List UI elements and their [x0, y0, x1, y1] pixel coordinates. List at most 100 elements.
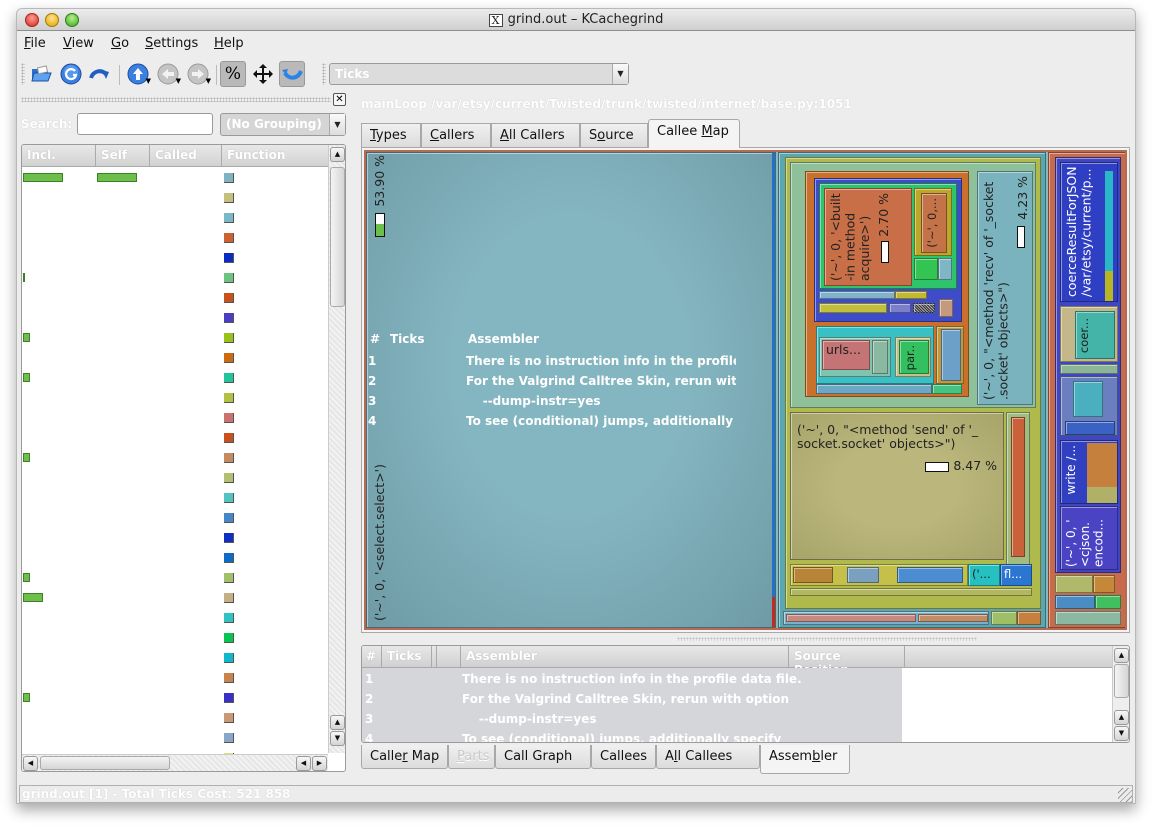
- scroll-up-arrow-icon[interactable]: ▲: [1114, 710, 1129, 725]
- treemap-block-urls[interactable]: urls...: [822, 340, 870, 370]
- reload-button[interactable]: [58, 61, 84, 87]
- menu-go[interactable]: Go: [111, 36, 129, 51]
- column-header-source-position[interactable]: Source Position: [789, 646, 905, 677]
- treemap-block-coer[interactable]: coer...: [1075, 311, 1115, 359]
- function-list-row[interactable]: [22, 488, 328, 508]
- go-forward-button[interactable]: ▼: [185, 61, 211, 87]
- tab-call-graph[interactable]: Call Graph: [495, 745, 591, 769]
- column-header-function[interactable]: Function: [222, 145, 328, 167]
- dropdown-arrow-icon[interactable]: ▼: [206, 77, 211, 85]
- function-list-row[interactable]: [22, 408, 328, 428]
- function-list-row[interactable]: [22, 668, 328, 688]
- tab-parts[interactable]: Parts: [448, 745, 495, 769]
- tab-callers[interactable]: Callers: [421, 123, 491, 147]
- forward-cycle-button[interactable]: [87, 61, 113, 87]
- scrollbar-thumb[interactable]: [330, 167, 345, 307]
- grouping-combo[interactable]: (No Grouping) ▼: [220, 113, 346, 136]
- scroll-down-arrow-icon[interactable]: ▼: [330, 731, 345, 746]
- assembler-line[interactable]: There is no instruction info in the prof…: [462, 672, 802, 686]
- function-list-row[interactable]: [22, 508, 328, 528]
- function-list-row[interactable]: [22, 608, 328, 628]
- function-list-row[interactable]: [22, 688, 328, 708]
- chevron-down-icon[interactable]: ▼: [329, 114, 345, 135]
- tab-callee-map[interactable]: Callee Map: [648, 119, 740, 148]
- chevron-down-icon[interactable]: ▼: [612, 64, 628, 84]
- scroll-down-arrow-icon[interactable]: ▼: [1114, 726, 1129, 741]
- function-list-row[interactable]: [22, 648, 328, 668]
- tab-types[interactable]: Types: [361, 123, 421, 147]
- function-list-row[interactable]: [22, 568, 328, 588]
- function-list-row[interactable]: [22, 208, 328, 228]
- scroll-up-arrow-icon[interactable]: ▲: [330, 715, 345, 730]
- go-back-button[interactable]: ▼: [155, 61, 181, 87]
- treemap-block-small[interactable]: ('~', 0,...: [921, 193, 947, 253]
- dropdown-arrow-icon[interactable]: ▼: [176, 77, 181, 85]
- vertical-scrollbar[interactable]: ▲ ▲ ▼: [328, 145, 345, 753]
- function-list-row[interactable]: [22, 548, 328, 568]
- treemap-block-cjson[interactable]: ('~', 0, ' <cjson. encod...: [1060, 506, 1118, 570]
- function-list-row[interactable]: [22, 228, 328, 248]
- treemap-block-cluster[interactable]: ('~', 0, '<built -in method acquire>') 2.7…: [778, 152, 1046, 628]
- callee-map[interactable]: 53.90 % ('~', 0, '<select.select>') ('~'…: [364, 150, 1127, 630]
- assembler-line[interactable]: To see (conditional) jumps, additionally…: [462, 732, 781, 742]
- toolbar-grip[interactable]: [322, 63, 326, 85]
- scroll-left-arrow-icon[interactable]: ◀: [296, 756, 311, 771]
- horizontal-scrollbar[interactable]: ◀ ◀ ▶: [22, 754, 328, 771]
- function-list[interactable]: Incl. Self Called Function ▲ ▲ ▼ ◀ ◀ ▶: [21, 144, 346, 772]
- event-type-combo[interactable]: Ticks ▼: [329, 63, 629, 85]
- assembler-line[interactable]: For the Valgrind Calltree Skin, rerun wi…: [462, 692, 789, 706]
- function-list-row[interactable]: [22, 708, 328, 728]
- function-list-row[interactable]: [22, 368, 328, 388]
- treemap-block-fl[interactable]: fl...: [1000, 564, 1032, 586]
- function-list-row[interactable]: [22, 428, 328, 448]
- tab-callees[interactable]: Callees: [591, 745, 656, 769]
- search-input[interactable]: [77, 113, 213, 135]
- toolbar-grip[interactable]: [21, 63, 25, 85]
- treemap-block-recv[interactable]: ('~', 0, "<method 'recv' of '_socket .soc…: [977, 171, 1033, 405]
- scroll-up-arrow-icon[interactable]: ▲: [1114, 648, 1129, 663]
- function-list-row[interactable]: [22, 288, 328, 308]
- go-up-button[interactable]: ▼: [125, 61, 151, 87]
- function-list-row[interactable]: [22, 268, 328, 288]
- column-header-incl[interactable]: Incl.: [22, 145, 96, 167]
- treemap-block-par[interactable]: par..: [899, 340, 929, 374]
- column-header-number[interactable]: #: [362, 646, 382, 668]
- function-list-row[interactable]: [22, 468, 328, 488]
- assembler-line[interactable]: --dump-instr=yes: [462, 712, 597, 726]
- function-list-row[interactable]: [22, 448, 328, 468]
- scroll-up-arrow-icon[interactable]: ▲: [330, 147, 345, 162]
- move-button[interactable]: [250, 61, 276, 87]
- column-header-called[interactable]: Called: [150, 145, 222, 167]
- close-icon[interactable]: ✕: [333, 93, 346, 106]
- function-list-row[interactable]: [22, 248, 328, 268]
- open-file-button[interactable]: [28, 61, 54, 87]
- menu-view[interactable]: View: [63, 36, 94, 51]
- column-header-self[interactable]: Self: [96, 145, 150, 167]
- dropdown-arrow-icon[interactable]: ▼: [146, 77, 151, 85]
- function-list-row[interactable]: [22, 308, 328, 328]
- treemap-block-acquire[interactable]: ('~', 0, '<built -in method acquire>') 2.7…: [824, 188, 912, 286]
- dock-grip[interactable]: [21, 97, 331, 102]
- scrollbar-thumb[interactable]: [1114, 664, 1129, 698]
- splitter-handle[interactable]: [677, 637, 977, 641]
- menu-file[interactable]: File: [24, 36, 46, 51]
- function-list-row[interactable]: [22, 588, 328, 608]
- function-list-row[interactable]: [22, 388, 328, 408]
- tab-all-callers[interactable]: All Callers: [491, 123, 580, 147]
- column-header-jumps[interactable]: [437, 646, 461, 668]
- resize-grip-icon[interactable]: [1118, 788, 1132, 802]
- scrollbar-thumb[interactable]: [40, 756, 170, 770]
- vertical-scrollbar[interactable]: ▲ ▲ ▼: [1112, 646, 1129, 742]
- column-header-assembler[interactable]: Assembler: [461, 646, 789, 668]
- function-list-row[interactable]: [22, 328, 328, 348]
- function-list-row[interactable]: [22, 728, 328, 748]
- treemap-block-write[interactable]: write /...: [1060, 440, 1118, 504]
- relative-percent-button[interactable]: %: [220, 61, 246, 87]
- scroll-left-arrow-icon[interactable]: ◀: [23, 756, 38, 771]
- tab-assembler[interactable]: Assembler: [760, 745, 850, 774]
- column-header-ticks[interactable]: Ticks: [382, 646, 432, 668]
- function-list-row[interactable]: [22, 168, 328, 188]
- function-list-row[interactable]: [22, 188, 328, 208]
- menu-settings[interactable]: Settings: [145, 36, 198, 51]
- treemap-block-send[interactable]: ('~', 0, "<method 'send' of '_ socket.soc…: [790, 412, 1004, 560]
